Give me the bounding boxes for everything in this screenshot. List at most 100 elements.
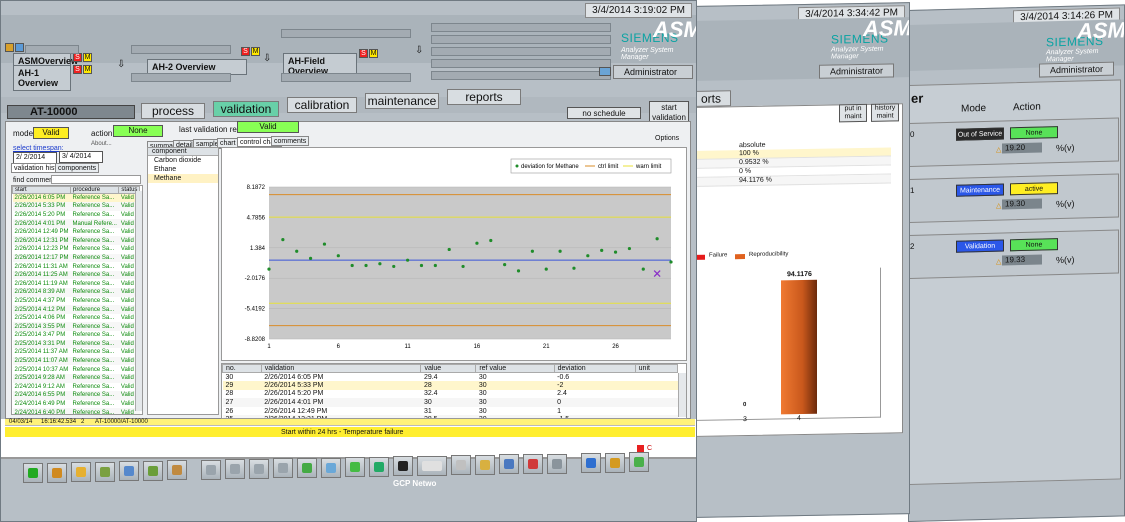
table-row[interactable]: 2/24/2014 6:55 PM Reference Sa... Valid [12,391,140,400]
plot-area [269,187,671,339]
table-row[interactable]: 26 2/26/2014 12:49 PM 31 30 1 [222,406,678,416]
find-comment-input[interactable] [51,175,141,184]
download-arrow-icon[interactable]: ⇩ [415,45,423,56]
overview-slot[interactable] [25,45,79,54]
table-row[interactable]: 28 2/26/2014 5:20 PM 32.4 30 2.4 [222,389,678,399]
table-row[interactable]: 30 2/26/2014 6:05 PM 29.4 30 -0.6 [222,372,678,382]
tab-components[interactable]: components [55,163,100,173]
table-cell: Reference Sa... [72,297,115,304]
list-item[interactable]: Ethane [148,165,218,174]
select-timespan-link[interactable]: select timespan: [13,145,64,152]
table-row[interactable]: 2/24/2014 9:12 AM Reference Sa... Valid [12,382,140,392]
table-row[interactable]: 2/25/2014 4:37 PM Reference Sa... Valid [12,296,140,306]
mode-button[interactable]: Maintenance [956,183,1004,197]
put-in-maint-button[interactable]: put in maint [839,103,867,123]
table-row[interactable]: 2/25/2014 3:47 PM Reference Sa... Valid [12,331,140,340]
table-row[interactable]: 2/25/2014 4:06 PM Reference Sa... Valid [12,313,140,323]
overview-slot[interactable] [431,35,611,44]
data-point [613,250,618,254]
table-row[interactable]: 2/26/2014 12:23 PM Reference Sa... Valid [12,245,140,254]
table-cell: Reference Sa... [72,289,115,296]
table-row[interactable]: 2/25/2014 10:37 AM Reference Sa... Valid [12,365,140,374]
options-link[interactable]: Options [655,135,679,142]
data-point [378,262,382,266]
about-link[interactable]: About... [91,141,112,147]
overview-slot[interactable] [281,29,411,38]
table-row[interactable]: 2/26/2014 8:39 AM Reference Sa... Valid [12,288,140,297]
table-row[interactable]: 27 2/26/2014 4:01 PM 30 30 0 [222,398,678,407]
mode-button[interactable]: Out of Service [956,127,1004,141]
table-row[interactable]: 2/25/2014 3:55 PM Reference Sa... Valid [12,322,140,331]
list-item[interactable]: Carbon dioxide [148,156,218,165]
table-row[interactable]: 2/26/2014 12:49 PM Reference Sa... Valid [12,227,140,237]
ah1-overview-button[interactable]: AH-1 Overview [13,65,71,91]
overview-slot[interactable] [431,71,611,80]
unit: %(v) [1056,142,1075,154]
table-row[interactable]: 29 2/26/2014 5:33 PM 28 30 -2 [222,381,678,390]
table-row[interactable]: 2/26/2014 11:31 AM Reference Sa... Valid [12,262,140,271]
start-validation-button[interactable]: start validation [649,101,689,123]
arrow-right-icon-glyph [278,463,288,473]
column-header[interactable]: unit [634,364,679,373]
tab-reports[interactable]: reports [447,89,521,105]
table-row[interactable]: 2/25/2014 9:28 AM Reference Sa... Valid [12,373,140,383]
tab-calibration[interactable]: calibration [287,97,357,113]
data-point [419,263,424,268]
overview-slot[interactable] [431,47,611,56]
column-header[interactable]: ref value [475,364,555,373]
grid-scrollbar[interactable] [678,373,686,417]
table-row[interactable]: 2/26/2014 5:20 PM Reference Sa... Valid [12,210,140,220]
data-point [503,263,507,267]
app-icon-2[interactable] [15,43,24,52]
mode-button[interactable]: Validation [956,239,1004,253]
data-point [586,254,590,258]
tab-maintenance[interactable]: maintenance [365,93,439,109]
data-point [558,249,562,253]
data-point [641,267,645,271]
table-row[interactable]: 2/24/2014 6:49 PM Reference Sa... Valid [12,399,140,409]
column-header[interactable]: validation [260,364,422,373]
column-header[interactable]: deviation [553,364,636,373]
table-cell: 26 [225,407,234,415]
list-item[interactable]: Methane [148,174,218,183]
download-arrow-icon[interactable]: ⇩ [117,59,125,70]
table-row[interactable]: 2/24/2014 6:40 PM Reference Sa... Valid [12,408,140,414]
app-icon-1[interactable] [5,43,14,52]
table-row[interactable]: 2/25/2014 4:12 PM Reference Sa... Valid [12,305,140,314]
x-tick-label: 6 [337,344,341,350]
tab-validation[interactable]: validation [213,101,279,117]
column-header[interactable]: start [12,186,72,194]
overview-slot[interactable] [281,73,411,82]
data-point [336,254,340,258]
table-row[interactable]: 2/26/2014 12:17 PM Reference Sa... Valid [12,253,140,263]
column-header[interactable]: procedure [70,186,120,194]
x-label-4: 4 [797,415,801,423]
tab-reports-partial[interactable]: orts [691,90,731,107]
overview-slot[interactable] [131,45,231,54]
overview-slot[interactable] [131,73,231,82]
table-row[interactable]: 2/26/2014 5:33 PM Reference Sa... Valid [12,202,140,211]
table-row[interactable]: 2/26/2014 6:05 PM Reference Sa... Valid [12,193,140,203]
date-to-select[interactable]: 3/ 4/2014 [59,151,103,163]
table-row[interactable]: 2/26/2014 12:31 PM Reference Sa... Valid [12,236,140,246]
download-arrow-icon[interactable]: ⇩ [263,53,271,64]
sound-icon-glyph [610,458,620,468]
table-row[interactable]: 2/26/2014 11:19 AM Reference Sa... Valid [12,279,140,289]
tab-process[interactable]: process [141,103,205,119]
table-row[interactable]: 2/26/2014 4:01 PM Manual Refere... Valid [12,219,140,228]
table-row[interactable]: 2/25/2014 11:37 AM Reference Sa... Valid [12,348,140,357]
table-row[interactable]: 2/26/2014 11:25 AM Reference Sa... Valid [12,270,140,280]
info-icon-glyph [586,458,596,468]
table-row[interactable]: 2/25/2014 3:31 PM Reference Sa... Valid [12,339,140,349]
alarm-date: 04/03/14 [9,419,33,425]
tab-comments[interactable]: comments [271,136,310,146]
overview-slot[interactable] [431,59,611,68]
column-header[interactable]: value [420,364,477,373]
overview-slot[interactable] [431,23,611,32]
play-icon-glyph [28,468,38,478]
column-header[interactable]: no. [222,364,262,373]
history-maint-button[interactable]: history maint [871,103,899,122]
history-scrollbar[interactable] [135,191,142,411]
table-row[interactable]: 2/25/2014 11:07 AM Reference Sa... Valid [12,356,140,366]
monitor-icon[interactable] [599,67,611,76]
